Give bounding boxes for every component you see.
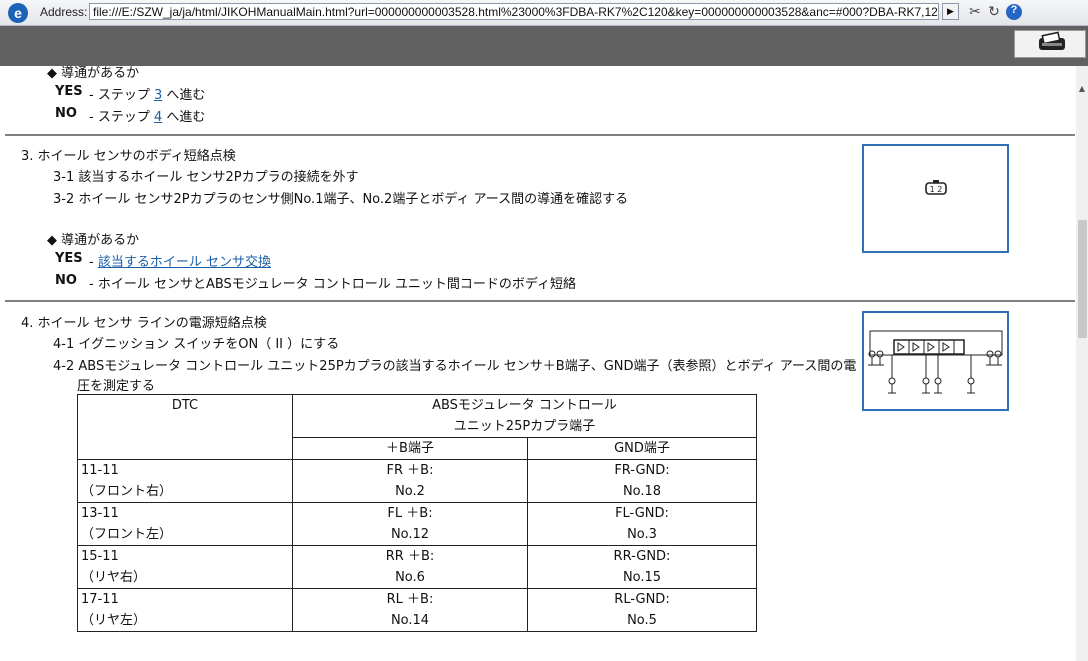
table-header-gnd-terminal: GND端子 <box>527 437 757 460</box>
step-4-1: 4-1 イグニッション スイッチをON（ II ）にする <box>53 337 340 352</box>
continuity-question: ◆ 導通があるか <box>47 66 140 81</box>
wiring-diagram-icon <box>868 330 1003 394</box>
continuity-question: ◆ 導通があるか <box>47 233 140 248</box>
yes-label: YES <box>55 251 83 266</box>
address-label: Address: <box>40 5 88 19</box>
step-3-link[interactable]: 3 <box>154 88 162 103</box>
step-3-title: 3. ホイール センサのボディ短絡点検 <box>21 149 236 164</box>
manual-toolbar <box>0 26 1088 66</box>
yes-result: - 該当するホイール センサ交換 <box>89 255 271 270</box>
address-input[interactable]: file:///E:/SZW_ja/ja/html/JIKOHManualMai… <box>89 3 939 20</box>
table-header-b-terminal: ＋B端子 <box>292 437 528 460</box>
connector-figure[interactable]: 1 2 <box>862 144 1009 253</box>
go-button[interactable]: ▶ <box>942 3 959 20</box>
printer-icon <box>1039 31 1065 50</box>
address-bar: e Address: file:///E:/SZW_ja/ja/html/JIK… <box>0 0 1088 26</box>
section-divider <box>5 134 1075 136</box>
step-4-2: 4-2 ABSモジュレータ コントロール ユニット25Pカプラの該当するホイール… <box>53 359 857 374</box>
tools-icon[interactable]: ✂ <box>967 4 983 20</box>
table-row: 13-11 （フロント左） FL ＋B: No.12 FL-GND: No.3 <box>77 502 757 546</box>
no-result: - ホイール センサとABSモジュレータ コントロール ユニット間コードのボディ… <box>89 277 576 292</box>
wiring-diagram-figure[interactable] <box>862 311 1009 411</box>
step-3-1: 3-1 該当するホイール センサ2Pカプラの接続を外す <box>53 170 359 185</box>
yes-result: - ステップ 3 へ進む <box>89 88 206 103</box>
step-4-2-cont: 圧を測定する <box>77 379 156 394</box>
table-row: 17-11 （リヤ左） RL ＋B: No.14 RL-GND: No.5 <box>77 588 757 632</box>
browser-logo-icon: e <box>8 3 28 23</box>
svg-text:1 2: 1 2 <box>930 185 943 194</box>
no-label: NO <box>55 106 77 121</box>
table-header-dtc: DTC <box>77 394 293 460</box>
vertical-scrollbar[interactable] <box>1076 66 1088 661</box>
dtc-terminal-table: DTC ABSモジュレータ コントロール ユニット25Pカプラ端子 ＋B端子 GN… <box>77 394 757 632</box>
table-row: 15-11 （リヤ右） RR ＋B: No.6 RR-GND: No.15 <box>77 545 757 589</box>
connector-2p-icon: 1 2 <box>925 180 947 195</box>
step-4-title: 4. ホイール センサ ラインの電源短絡点検 <box>21 316 267 331</box>
scroll-up-icon[interactable]: ▲ <box>1077 84 1087 94</box>
print-button[interactable] <box>1014 30 1086 58</box>
scrollbar-thumb[interactable] <box>1078 220 1087 338</box>
yes-label: YES <box>55 84 83 99</box>
section-divider <box>5 300 1075 302</box>
step-4-link[interactable]: 4 <box>154 110 162 125</box>
step-3-2: 3-2 ホイール センサ2Pカプラのセンサ側No.1端子、No.2端子とボディ … <box>53 192 629 207</box>
help-icon[interactable]: ? <box>1006 4 1022 20</box>
no-label: NO <box>55 273 77 288</box>
refresh-icon[interactable]: ↻ <box>986 4 1002 20</box>
table-header-unit: ABSモジュレータ コントロール ユニット25Pカプラ端子 <box>292 394 757 438</box>
table-row: 11-11 （フロント右） FR ＋B: No.2 FR-GND: No.18 <box>77 459 757 503</box>
no-result: - ステップ 4 へ進む <box>89 110 206 125</box>
replace-wheel-sensor-link[interactable]: 該当するホイール センサ交換 <box>98 255 271 270</box>
